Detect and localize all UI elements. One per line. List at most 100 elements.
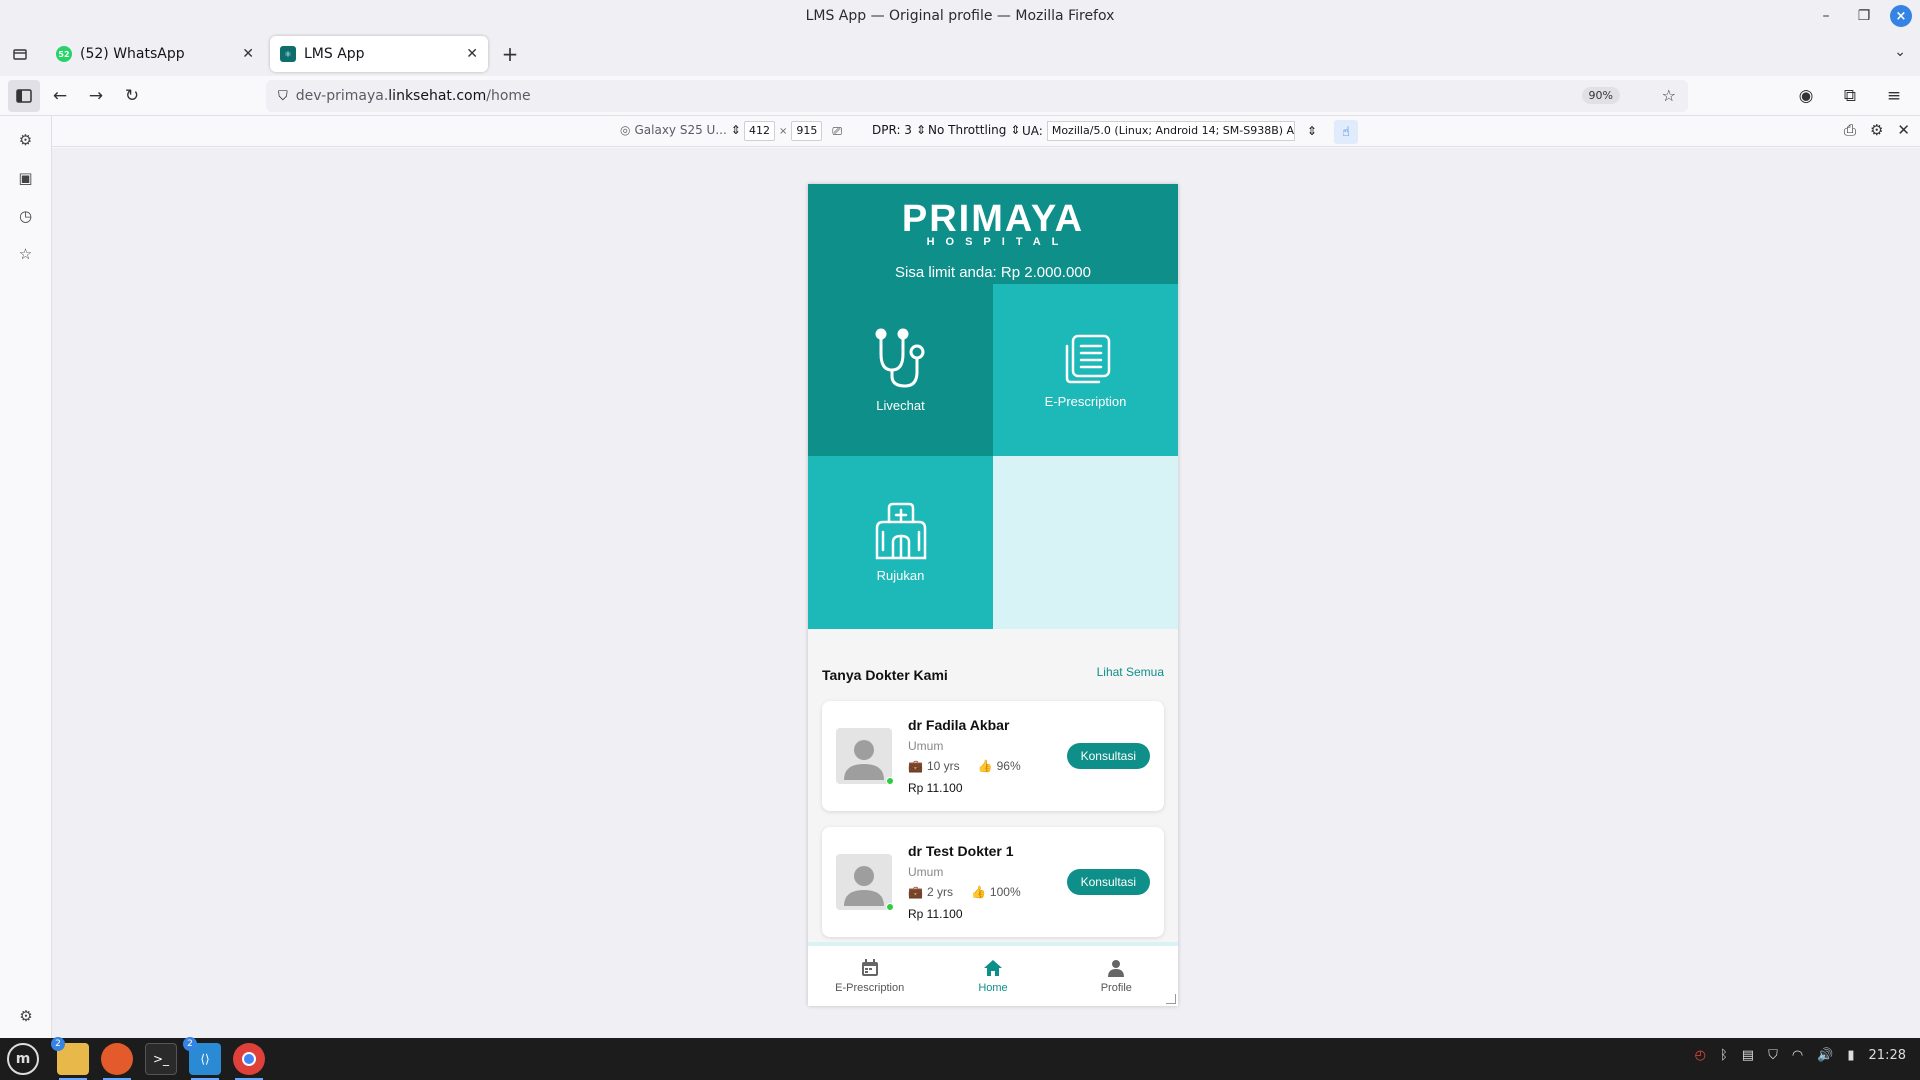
briefcase-icon: 💼 <box>908 885 923 899</box>
doctor-section: Tanya Dokter Kami Lihat Semua dr Fadila … <box>808 629 1178 949</box>
tile-rujukan[interactable]: Rujukan <box>808 456 993 629</box>
throttling-selector[interactable]: No Throttling ⇕ <box>928 123 1020 137</box>
times-symbol: × <box>779 125 788 137</box>
toolbar-right: ◉ ⧉ ≡ <box>1786 80 1910 112</box>
tab-title: LMS App <box>304 46 365 62</box>
nav-label: Home <box>978 982 1008 994</box>
back-arrow-icon[interactable]: ← <box>44 80 76 112</box>
consult-button[interactable]: Konsultasi <box>1066 743 1150 769</box>
select-arrows-icon: ⇕ <box>1010 123 1021 137</box>
settings-gear-icon[interactable]: ⚙ <box>1870 121 1883 139</box>
doctor-stats: 💼 2 yrs 👍 100% <box>908 885 1021 899</box>
window-controls: – ❐ × <box>1814 4 1912 28</box>
tab-whatsapp[interactable]: 52 (52) WhatsApp ✕ <box>46 36 264 72</box>
ai-chatbot-icon[interactable]: ⚙ <box>14 128 38 152</box>
vscode-badge: 2 <box>183 1037 197 1051</box>
tile-e-prescription[interactable]: E-Prescription <box>993 284 1178 456</box>
chrome-center-icon <box>242 1052 256 1066</box>
doctor-experience: 10 yrs <box>926 759 960 773</box>
remaining-limit: Sisa limit anda: Rp 2.000.000 <box>895 264 1091 281</box>
url-bar[interactable]: ⛉ dev-primaya. linksehat.com/home 90% ☆ <box>266 80 1688 112</box>
nav-profile[interactable]: Profile <box>1055 946 1178 1006</box>
touch-simulation-icon[interactable]: ☝ <box>1334 120 1358 144</box>
viewport-width-input[interactable]: 412 <box>744 121 775 141</box>
close-window-button[interactable]: × <box>1890 5 1912 27</box>
history-icon[interactable]: ◷ <box>14 204 38 228</box>
sidebar-settings-icon[interactable]: ⚙ <box>14 1004 38 1028</box>
brand-subtitle: HOSPITAL <box>926 236 1070 248</box>
window-title: LMS App — Original profile — Mozilla Fir… <box>805 8 1115 24</box>
sidebar-toggle-icon[interactable] <box>8 79 40 112</box>
rotate-viewport-icon[interactable]: ⎚ <box>832 124 842 139</box>
doctor-card[interactable]: dr Fadila Akbar Umum 💼 10 yrs 👍 96% Rp 1… <box>822 701 1164 811</box>
select-arrows-icon: ⇕ <box>730 123 741 137</box>
user-agent-input[interactable]: Mozilla/5.0 (Linux; Android 14; SM-S938B… <box>1046 121 1295 141</box>
see-all-link[interactable]: Lihat Semua <box>1097 665 1164 679</box>
zoom-level-badge[interactable]: 90% <box>1581 87 1620 104</box>
tab-lms-app[interactable]: ⚛ LMS App ✕ <box>270 36 488 72</box>
doctor-specialty: Umum <box>908 739 944 753</box>
minimize-button[interactable]: – <box>1814 4 1838 28</box>
extensions-icon[interactable]: ⧉ <box>1834 80 1866 112</box>
linux-mint-menu-icon[interactable]: m <box>7 1043 39 1075</box>
forward-arrow-icon[interactable]: → <box>80 80 112 112</box>
ua-label: UA: <box>1022 124 1043 138</box>
navigation-bar: ← → ↻ ⛉ dev-primaya. linksehat.com/home 9… <box>0 76 1920 116</box>
calendar-icon <box>861 959 878 976</box>
files-app-icon[interactable]: 2 <box>51 1037 89 1080</box>
system-taskbar: m 2 >_ 2 ⟨⟩ ◴ ᛒ ▤ ⛉ ◠ 🔊 ▮ 21:28 <box>0 1037 1920 1080</box>
doctor-specialty: Umum <box>908 865 944 879</box>
section-title: Tanya Dokter Kami <box>822 667 948 683</box>
bookmark-star-icon[interactable]: ☆ <box>1662 86 1676 105</box>
viewport-height-input[interactable]: 915 <box>791 121 823 141</box>
viewport-size: 412 × 915 ⎚ <box>744 121 842 141</box>
synced-tabs-icon[interactable]: ▣ <box>14 166 38 190</box>
throttling-value: No Throttling <box>928 123 1007 137</box>
doctor-price: Rp 11.100 <box>908 781 963 795</box>
user-placeholder-icon <box>844 866 884 906</box>
bluetooth-icon[interactable]: ᛒ <box>1720 1048 1728 1063</box>
bookmarks-star-icon[interactable]: ☆ <box>14 242 38 266</box>
device-selector[interactable]: ◎ Galaxy S25 U... ⇕ <box>620 123 741 137</box>
clipboard-icon[interactable]: ▤ <box>1742 1048 1754 1063</box>
chevron-down-icon[interactable]: ⌄ <box>1894 44 1906 60</box>
volume-icon[interactable]: 🔊 <box>1817 1048 1833 1063</box>
terminal-app-icon[interactable]: >_ <box>145 1043 177 1075</box>
doctor-card[interactable]: dr Test Dokter 1 Umum 💼 2 yrs 👍 100% Rp … <box>822 827 1164 937</box>
restore-button[interactable]: ❐ <box>1852 4 1876 28</box>
reload-icon[interactable]: ↻ <box>116 80 148 112</box>
doctor-rating: 96% <box>996 759 1021 773</box>
chrome-app-icon[interactable] <box>233 1043 265 1080</box>
tile-livechat[interactable]: Livechat <box>808 284 993 456</box>
battery-icon[interactable]: ▮ <box>1847 1048 1854 1063</box>
tab-list-icon[interactable] <box>0 32 40 76</box>
system-tray: ◴ ᛒ ▤ ⛉ ◠ 🔊 ▮ 21:28 <box>1695 1048 1906 1063</box>
select-arrows-icon[interactable]: ⇕ <box>1307 124 1317 138</box>
wifi-icon[interactable]: ◠ <box>1792 1048 1803 1063</box>
update-manager-icon[interactable]: ◴ <box>1695 1048 1706 1063</box>
shield-icon[interactable]: ⛉ <box>1768 1048 1778 1063</box>
close-rdm-icon[interactable]: ✕ <box>1897 121 1910 139</box>
resize-handle[interactable] <box>1166 994 1176 1004</box>
clock[interactable]: 21:28 <box>1869 1048 1906 1063</box>
nav-label: E-Prescription <box>835 982 905 994</box>
close-tab-icon[interactable]: ✕ <box>466 46 478 62</box>
new-tab-button[interactable]: + <box>494 38 526 70</box>
tab-title: (52) WhatsApp <box>80 46 185 62</box>
mobile-viewport: PRIMAYA HOSPITAL Sisa limit anda: Rp 2.0… <box>808 184 1178 1006</box>
menu-icon[interactable]: ≡ <box>1878 80 1910 112</box>
site-shield-icon[interactable]: ⛉ <box>278 89 288 104</box>
doctor-name: dr Fadila Akbar <box>908 717 1010 733</box>
nav-home[interactable]: Home <box>931 946 1054 1006</box>
nav-e-prescription[interactable]: E-Prescription <box>808 946 931 1006</box>
consult-button[interactable]: Konsultasi <box>1066 869 1150 895</box>
doctor-stats: 💼 10 yrs 👍 96% <box>908 759 1021 773</box>
dpr-value: DPR: 3 <box>872 123 912 137</box>
account-icon[interactable]: ◉ <box>1790 80 1822 112</box>
firefox-app-icon[interactable] <box>101 1043 133 1080</box>
screenshot-icon[interactable]: ⎙ <box>1844 121 1856 139</box>
close-tab-icon[interactable]: ✕ <box>242 46 254 62</box>
vscode-app-icon[interactable]: 2 ⟨⟩ <box>183 1037 221 1080</box>
empty-tile <box>993 456 1178 629</box>
dpr-selector[interactable]: DPR: 3 ⇕ <box>872 123 926 137</box>
